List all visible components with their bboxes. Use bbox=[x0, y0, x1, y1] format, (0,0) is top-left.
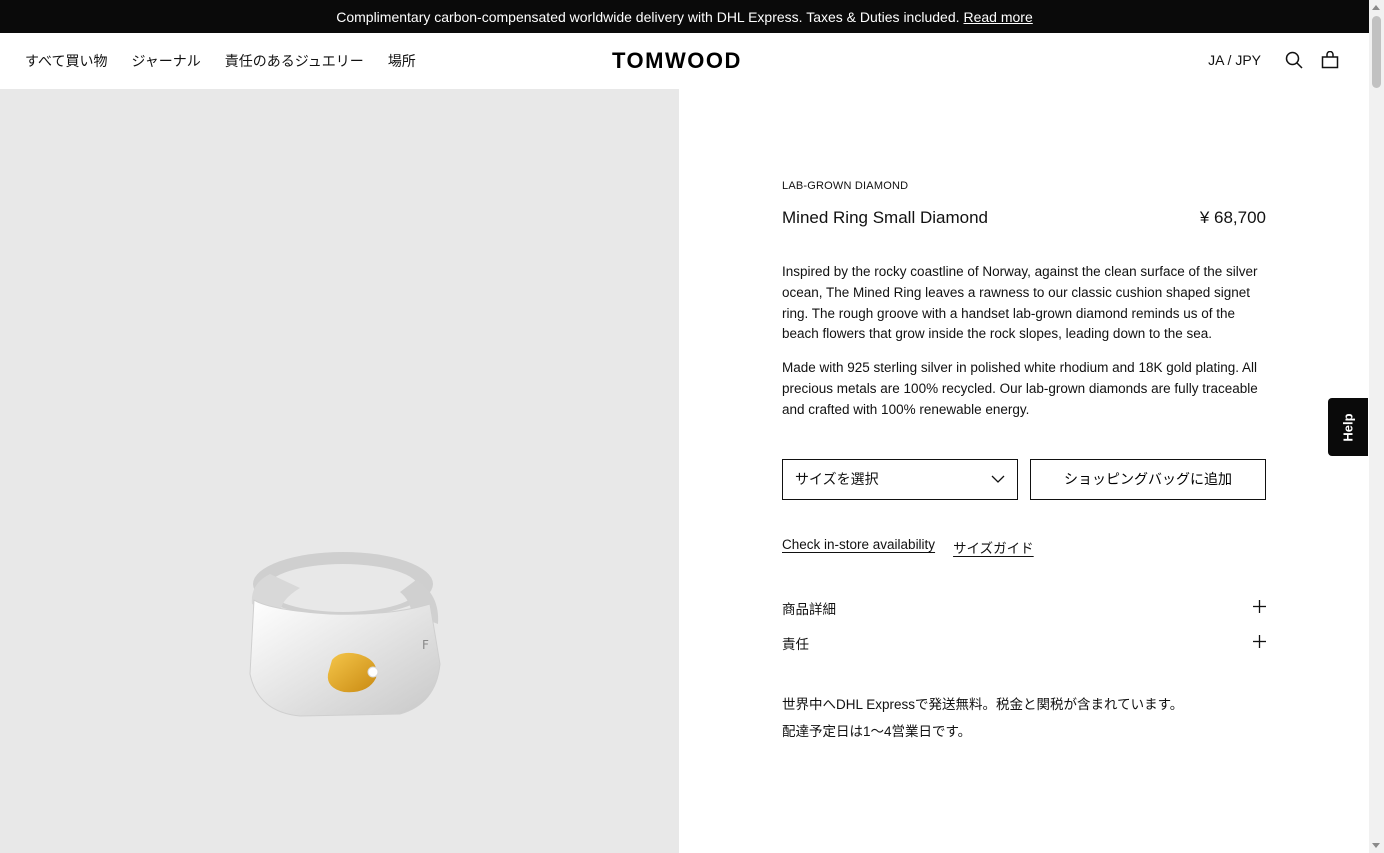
scroll-up-icon[interactable] bbox=[1372, 5, 1380, 10]
plus-icon bbox=[1253, 600, 1266, 616]
page-scrollbar[interactable] bbox=[1369, 0, 1384, 853]
plus-icon bbox=[1253, 635, 1266, 651]
product-info: LAB-GROWN DIAMOND Mined Ring Small Diamo… bbox=[782, 180, 1266, 745]
shipping-line: 世界中へDHL Expressで発送無料。税金と関税が含まれています。 bbox=[782, 696, 1184, 712]
product-description: Inspired by the rocky coastline of Norwa… bbox=[782, 262, 1266, 421]
check-store-availability-link[interactable]: Check in-store availability bbox=[782, 537, 935, 557]
announcement-text: Complimentary carbon-compensated worldwi… bbox=[336, 8, 960, 25]
brand-logo[interactable]: TOMWOOD bbox=[612, 48, 742, 74]
accordion-responsibility[interactable]: 責任 bbox=[782, 626, 1266, 661]
main-nav: すべて買い物 ジャーナル 責任のあるジュエリー 場所 bbox=[25, 51, 416, 71]
shipping-info: 世界中へDHL Expressで発送無料。税金と関税が含まれています。 配達予定… bbox=[782, 691, 1266, 745]
product-title: Mined Ring Small Diamond bbox=[782, 208, 988, 227]
site-header: すべて買い物 ジャーナル 責任のあるジュエリー 場所 TOMWOOD JA / … bbox=[0, 33, 1369, 89]
description-paragraph: Made with 925 sterling silver in polishe… bbox=[782, 360, 1258, 417]
help-tab[interactable]: Help bbox=[1328, 398, 1368, 456]
ring-product-image: F bbox=[249, 552, 441, 717]
scroll-down-icon[interactable] bbox=[1372, 843, 1380, 848]
purchase-actions: サイズを選択 ショッピングバッグに追加 bbox=[782, 458, 1266, 500]
product-price: ¥ 68,700 bbox=[1199, 208, 1266, 227]
header-actions: JA / JPY bbox=[1208, 49, 1341, 71]
shipping-line: 配達予定日は1〜4営業日です。 bbox=[782, 723, 972, 739]
accordion-product-details[interactable]: 商品詳細 bbox=[782, 591, 1266, 626]
accordion-label: 責任 bbox=[782, 637, 809, 653]
product-links: Check in-store availability サイズガイド bbox=[782, 537, 1266, 557]
add-to-bag-button[interactable]: ショッピングバッグに追加 bbox=[1030, 458, 1266, 500]
search-icon[interactable] bbox=[1283, 49, 1305, 71]
bag-icon[interactable] bbox=[1319, 49, 1341, 71]
read-more-link[interactable]: Read more bbox=[964, 9, 1033, 25]
svg-text:F: F bbox=[422, 638, 429, 652]
size-select[interactable]: サイズを選択 bbox=[782, 458, 1018, 500]
size-guide-link[interactable]: サイズガイド bbox=[953, 537, 1034, 557]
chevron-down-icon bbox=[991, 471, 1005, 487]
help-label: Help bbox=[1340, 412, 1356, 442]
accordion-label: 商品詳細 bbox=[782, 602, 836, 618]
scroll-thumb[interactable] bbox=[1372, 16, 1381, 88]
description-paragraph: Inspired by the rocky coastline of Norwa… bbox=[782, 264, 1258, 342]
nav-item-locations[interactable]: 場所 bbox=[388, 51, 416, 71]
nav-item-shop-all[interactable]: すべて買い物 bbox=[25, 51, 107, 71]
nav-item-journal[interactable]: ジャーナル bbox=[131, 51, 200, 71]
product-category: LAB-GROWN DIAMOND bbox=[782, 180, 909, 192]
title-row: Mined Ring Small Diamond ¥ 68,700 bbox=[782, 208, 1266, 228]
product-image-panel[interactable]: F bbox=[0, 89, 679, 853]
size-select-label: サイズを選択 bbox=[795, 471, 879, 488]
locale-switcher[interactable]: JA / JPY bbox=[1208, 52, 1261, 68]
product-accordion: 商品詳細 責任 bbox=[782, 591, 1266, 661]
announcement-bar: Complimentary carbon-compensated worldwi… bbox=[0, 0, 1369, 33]
nav-item-responsible-jewelry[interactable]: 責任のあるジュエリー bbox=[225, 51, 364, 71]
